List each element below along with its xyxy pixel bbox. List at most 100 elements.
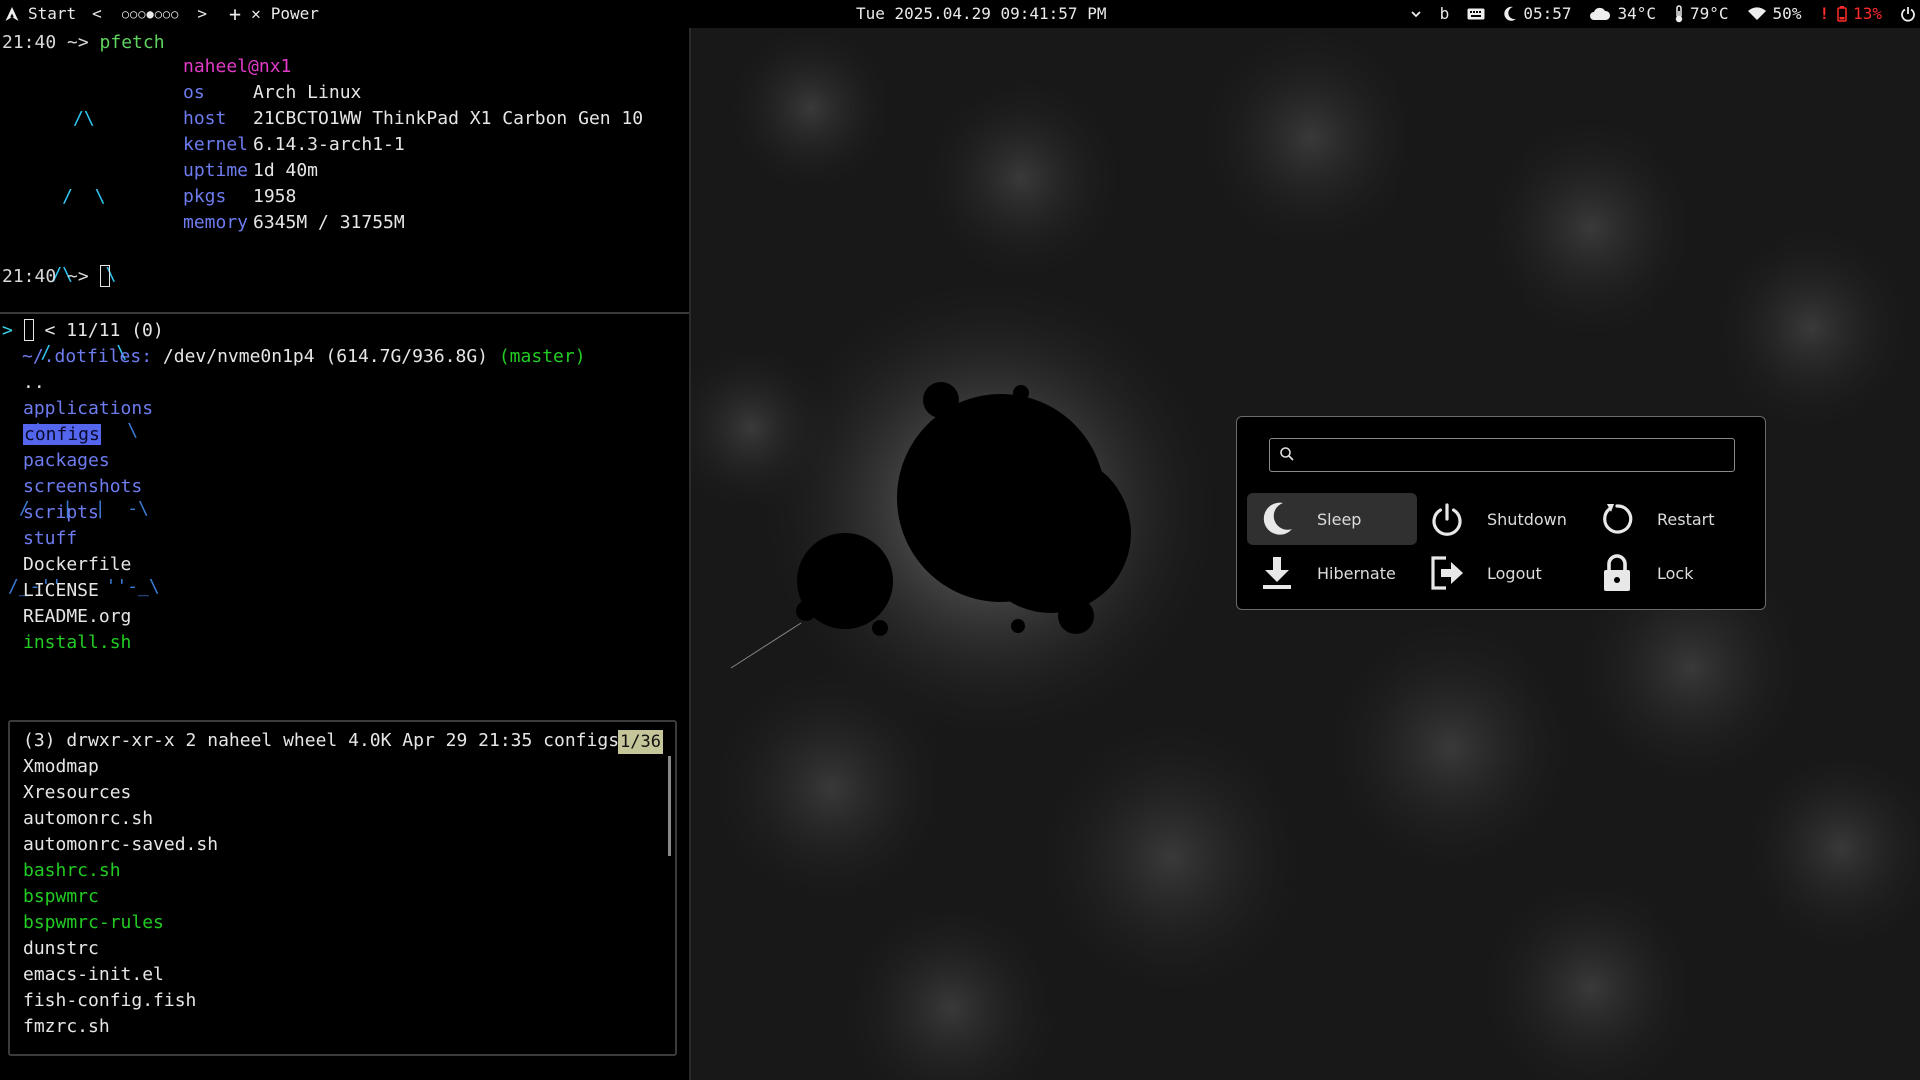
restart-button[interactable]: Restart: [1587, 493, 1757, 545]
lock-icon: [1593, 554, 1641, 592]
info-key: os: [183, 82, 205, 103]
file-entry[interactable]: scripts: [23, 500, 153, 526]
preview-count: 1/36: [618, 730, 663, 754]
logout-button[interactable]: Logout: [1417, 547, 1587, 599]
info-key: pkgs: [183, 186, 227, 207]
power-icon: [1423, 502, 1471, 536]
search-icon: [1279, 446, 1295, 466]
workspace-next-button[interactable]: >: [197, 0, 207, 28]
power-icon[interactable]: [1900, 6, 1916, 22]
keyboard-icon[interactable]: [1467, 8, 1485, 20]
moon-icon: [1504, 6, 1517, 21]
file-entry[interactable]: stuff: [23, 526, 153, 552]
fm-path-device: /dev/nvme0n1p4 (614.7G/936.8G): [162, 346, 499, 367]
lock-button[interactable]: Lock: [1587, 547, 1757, 599]
file-entry[interactable]: applications: [23, 396, 153, 422]
info-value: Arch Linux: [253, 82, 362, 103]
preview-header: (3) drwxr-xr-x 2 naheel wheel 4.0K Apr 2…: [23, 730, 620, 751]
night-light-widget[interactable]: 05:57: [1503, 0, 1571, 28]
fm-file-list: .. applications configs packages screens…: [23, 370, 153, 656]
weather-widget[interactable]: 34°C: [1589, 0, 1656, 28]
file-name: README.org: [23, 606, 132, 627]
wifi-widget[interactable]: 50%: [1747, 0, 1801, 28]
info-value: 6345M / 31755M: [253, 212, 405, 233]
window-title: Power: [270, 4, 319, 23]
lock-label: Lock: [1657, 563, 1694, 583]
prompt-command: pfetch: [99, 32, 165, 53]
file-entry-selected[interactable]: configs: [23, 422, 153, 448]
fm-counter: < 11/11 (0): [33, 320, 164, 341]
logout-icon: [1423, 555, 1471, 591]
restart-icon: [1593, 502, 1641, 536]
prompt-time: 21:40: [2, 266, 57, 287]
fm-path: ~/.dotfiles: /dev/nvme0n1p4 (614.7G/936.…: [22, 344, 586, 370]
fm-path-dir: ~/.dotfiles:: [22, 346, 163, 367]
file-entry[interactable]: screenshots: [23, 474, 153, 500]
cpu-temp: 79°C: [1690, 4, 1729, 23]
logo-line: / \: [8, 186, 106, 207]
preview-entry: automonrc.sh: [23, 808, 154, 829]
cpu-temp-widget[interactable]: 79°C: [1674, 0, 1729, 28]
preview-entry: bspwmrc-rules: [23, 912, 164, 933]
hibernate-label: Hibernate: [1317, 563, 1396, 583]
info-key: kernel: [183, 134, 249, 155]
workspace-indicator[interactable]: ○○○●○○○: [122, 0, 180, 28]
top-bar: Start < ○○○●○○○ > + ✕ Power Tue 2025.04.…: [0, 0, 1920, 28]
fm-prompt: >: [2, 320, 24, 341]
battery-icon: [1837, 6, 1847, 22]
battery-widget[interactable]: ! 13%: [1819, 0, 1882, 28]
sleep-label: Sleep: [1317, 509, 1362, 529]
file-entry[interactable]: LICENSE: [23, 578, 153, 604]
clock[interactable]: Tue 2025.04.29 09:41:57 PM: [856, 0, 1106, 28]
file-name: install.sh: [23, 632, 132, 653]
chevron-down-icon[interactable]: [1410, 8, 1422, 20]
keyboard-layout[interactable]: b: [1440, 0, 1450, 28]
shutdown-button[interactable]: Shutdown: [1417, 493, 1587, 545]
info-value: 1d 40m: [253, 160, 319, 181]
night-light-time: 05:57: [1523, 4, 1572, 23]
file-entry[interactable]: packages: [23, 448, 153, 474]
preview-entry: emacs-init.el: [23, 964, 164, 985]
file-entry[interactable]: install.sh: [23, 630, 153, 656]
logo-line: /\: [8, 108, 95, 129]
add-workspace-button[interactable]: +: [229, 0, 241, 28]
hibernate-button[interactable]: Hibernate: [1247, 547, 1417, 599]
info-key: uptime: [183, 160, 249, 181]
file-name: screenshots: [23, 476, 143, 497]
info-value: 21CBCTO1WW ThinkPad X1 Carbon Gen 10: [253, 108, 644, 129]
prompt-arrow: ~>: [56, 266, 100, 287]
file-entry[interactable]: README.org: [23, 604, 153, 630]
info-key: memory: [183, 212, 249, 233]
power-menu: Sleep Shutdown Restart Hibernate Logout …: [1236, 416, 1766, 610]
file-name: stuff: [23, 528, 78, 549]
preview-entry: bashrc.sh: [23, 860, 121, 881]
file-entry[interactable]: ..: [23, 370, 153, 396]
prompt-time: 21:40: [2, 32, 57, 53]
preview-entry: dunstrc: [23, 938, 99, 959]
power-search-input[interactable]: [1269, 438, 1735, 472]
sleep-button[interactable]: Sleep: [1247, 493, 1417, 545]
preview-entry: fmzrc.sh: [23, 1016, 110, 1037]
moon-icon: [1253, 502, 1301, 536]
terminal-cursor: [99, 265, 110, 287]
start-label: Start: [28, 4, 77, 23]
fm-git-branch: (master): [498, 346, 586, 367]
workspace-prev-button[interactable]: <: [92, 0, 102, 28]
preview-entry: Xmodmap: [23, 756, 99, 777]
fm-header: > < 11/11 (0): [2, 318, 164, 344]
start-menu-button[interactable]: Start: [4, 0, 76, 28]
fm-preview-panel[interactable]: (3) drwxr-xr-x 2 naheel wheel 4.0K Apr 2…: [8, 720, 677, 1056]
info-key: host: [183, 108, 227, 129]
file-name: applications: [23, 398, 154, 419]
close-window-button[interactable]: ✕: [251, 0, 261, 28]
battery-alert: !: [1819, 4, 1830, 23]
preview-scrollbar[interactable]: [668, 756, 671, 856]
file-name: ..: [23, 372, 45, 393]
prompt-line-2[interactable]: 21:40 ~>: [2, 264, 110, 290]
file-name: configs: [23, 424, 101, 445]
pfetch-info: naheel@nx1 os Arch Linux host 21CBCTO1WW T…: [183, 54, 643, 236]
battery-level: 13%: [1853, 4, 1882, 23]
file-entry[interactable]: Dockerfile: [23, 552, 153, 578]
preview-entry: fish-config.fish: [23, 990, 197, 1011]
wifi-icon: [1747, 7, 1766, 21]
